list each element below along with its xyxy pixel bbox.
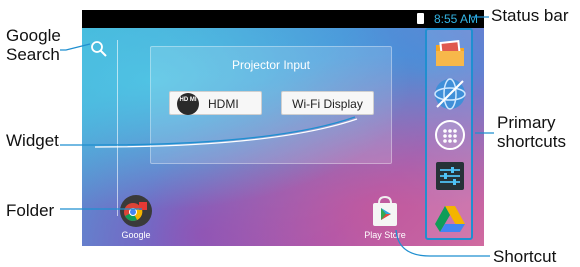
home-screen: 8:55 AM Projector Input HD MI HDMI Wi-Fi…: [82, 10, 484, 246]
callout-google-search: Google Search: [6, 26, 61, 64]
callout-primary-shortcuts: Primary shortcuts: [497, 113, 566, 151]
callout-folder: Folder: [6, 201, 55, 220]
callout-primary-line2: shortcuts: [497, 132, 566, 151]
hdmi-icon: HD MI: [177, 93, 199, 115]
google-folder-label: Google: [121, 230, 151, 240]
gallery-folder-icon[interactable]: [433, 36, 467, 70]
battery-icon: [417, 13, 424, 24]
hdmi-label: HDMI: [208, 97, 239, 111]
wifi-display-button[interactable]: Wi-Fi Display: [281, 91, 374, 115]
callout-widget: Widget: [6, 131, 59, 150]
globe-browser-icon[interactable]: [433, 77, 467, 111]
hdmi-button[interactable]: HD MI HDMI: [169, 91, 262, 115]
app-drawer-icon[interactable]: [433, 118, 467, 152]
status-bar: 8:55 AM: [82, 10, 484, 28]
google-folder-icon: [120, 195, 152, 227]
callout-google-search-line1: Google: [6, 26, 61, 45]
search-icon[interactable]: [90, 40, 108, 58]
play-store-icon: [373, 195, 397, 226]
drive-icon[interactable]: [433, 202, 467, 236]
play-store-shortcut[interactable]: Play Store: [362, 194, 408, 240]
primary-shortcuts-dock: [425, 28, 473, 240]
widget-title: Projector Input: [231, 58, 311, 72]
settings-icon[interactable]: [433, 159, 467, 193]
search-divider: [117, 40, 118, 216]
google-folder[interactable]: Google: [113, 194, 159, 240]
callout-google-search-line2: Search: [6, 45, 60, 64]
callout-status-bar: Status bar: [491, 6, 569, 25]
play-store-label: Play Store: [364, 230, 406, 240]
projector-input-widget: Projector Input HD MI HDMI Wi-Fi Display: [150, 46, 392, 164]
status-clock: 8:55 AM: [433, 12, 478, 26]
callout-shortcut: Shortcut: [493, 247, 557, 266]
callout-primary-line1: Primary: [497, 113, 556, 132]
